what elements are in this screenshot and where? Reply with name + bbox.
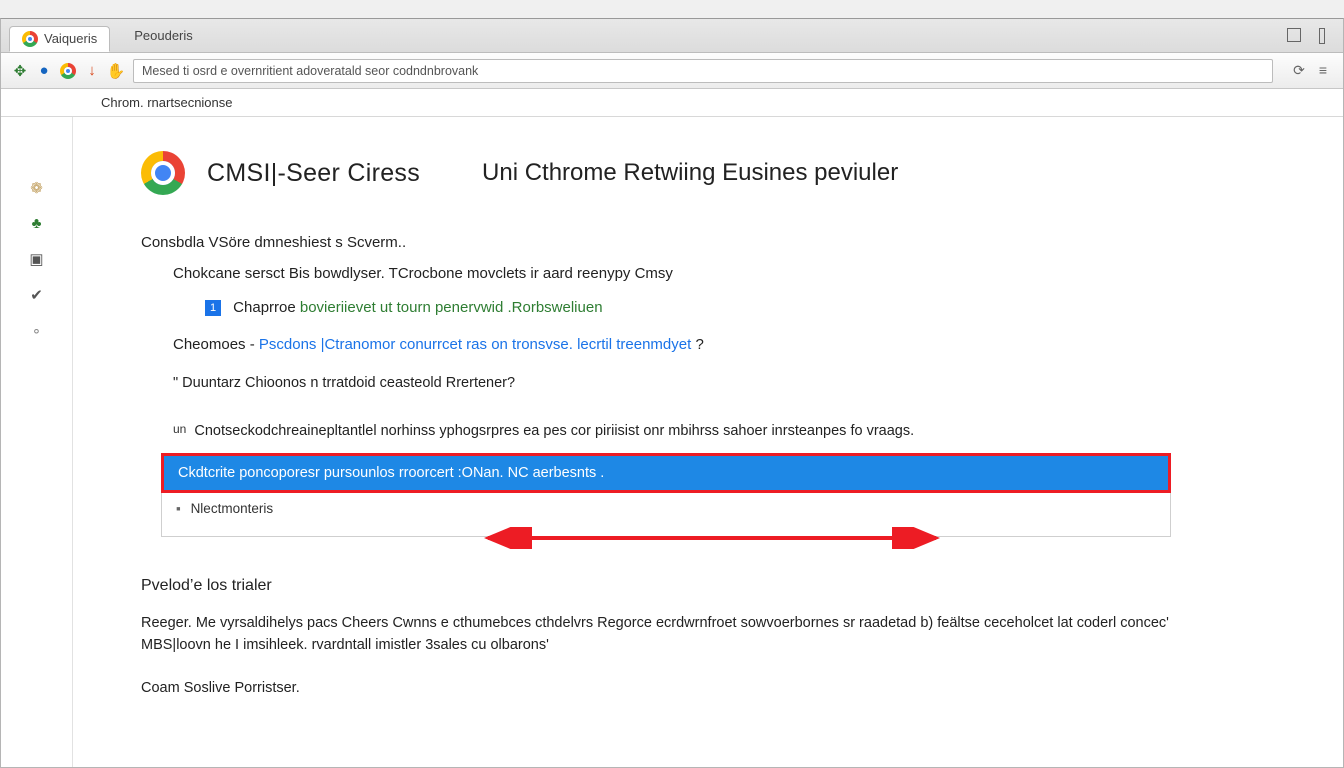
reload-icon[interactable]: ⟳ [1293, 62, 1305, 79]
toolbar: ✥ ● ↓ ✋ Mesed ti osrd e overnritient ado… [1, 53, 1343, 89]
para-lead: un Cnotseckodchreainepltantlel norhinss … [173, 420, 1283, 442]
ext-icon-5[interactable]: ✋ [107, 62, 125, 80]
tab-inactive[interactable]: Peouderis [122, 23, 205, 49]
page-title-bar: CMSI|-Seer Ciress Uni Cthrome Retwiing E… [141, 151, 1283, 195]
page-title-right: Uni Cthrome Retwiing Eusines peviuler [482, 159, 898, 187]
main-content: CMSI|-Seer Ciress Uni Cthrome Retwiing E… [73, 117, 1343, 767]
highlighted-option[interactable]: Ckdtcrite poncoporesr pursounlos rroorce… [161, 453, 1171, 493]
address-text: Mesed ti osrd e overnritient adoveratald… [142, 64, 478, 78]
footer-line: Coam Soslive Porristser. [141, 678, 1201, 700]
check-icon[interactable]: ✔ [30, 286, 43, 304]
bullet-text-a: Chaprroe [233, 299, 300, 316]
ext-icon-1[interactable]: ✥ [11, 62, 29, 80]
chrome-logo-icon [141, 151, 185, 195]
square-icon: ▪ [176, 501, 181, 516]
tab-label: Peouderis [134, 28, 193, 43]
bullet-line: 1 Chaprroe bovieriievet ut tourn penervw… [205, 296, 1283, 319]
dot-icon[interactable]: ∘ [32, 322, 41, 340]
ribbon-icon[interactable]: ❁ [30, 179, 43, 197]
window-controls [1287, 28, 1343, 44]
leaf-icon[interactable]: ♣ [32, 215, 42, 232]
section-title: Pvelod’e los trialer [141, 577, 1283, 595]
intro-text: Consbdla VSöre dmneshiest s Scverm.. [141, 231, 1283, 254]
menu-icon[interactable]: ≡ [1319, 62, 1327, 79]
paragraph-2: Reeger. Me vyrsaldihelys pacs Cheers Cwn… [141, 613, 1201, 657]
left-sidebar: ❁ ♣ ▣ ✔ ∘ [1, 117, 73, 767]
address-actions: ⟳ ≡ [1281, 62, 1333, 79]
breadcrumb[interactable]: Chrom. rnartsecnionse [101, 95, 233, 110]
para-lead-text: Cnotseckodchreainepltantlel norhinss yph… [194, 423, 914, 439]
tab-bar: Vaiqueris Peouderis [1, 19, 1343, 53]
ext-icon-4[interactable]: ↓ [83, 62, 101, 80]
chrome-favicon-icon [22, 31, 38, 47]
bullet-link[interactable]: bovieriievet ut tourn penervwid .Rorbswe… [300, 299, 603, 316]
tab-active[interactable]: Vaiqueris [9, 26, 110, 52]
panel-icon[interactable] [1319, 28, 1325, 44]
line2-c: ? [691, 336, 704, 353]
annotation-arrow-icon [482, 527, 942, 549]
ext-icon-2[interactable]: ● [35, 62, 53, 80]
browser-window: Vaiqueris Peouderis ✥ ● ↓ ✋ Mesed ti osr… [0, 18, 1344, 768]
tab-label: Vaiqueris [44, 31, 97, 46]
window-icon[interactable]: ▣ [29, 250, 43, 268]
page-title-left: CMSI|-Seer Ciress [207, 159, 420, 188]
prefix-small: un [173, 422, 186, 436]
line-1: Chokcane sersct Bis bowdlyser. TCrocbone… [173, 262, 1283, 285]
maximize-icon[interactable] [1287, 28, 1301, 42]
highlighted-option-text: Ckdtcrite poncoporesr pursounlos rroorce… [164, 456, 1168, 490]
question-1: " Duuntarz Chioonos n trratdoid ceasteol… [173, 372, 1283, 394]
ext-icon-3[interactable] [59, 62, 77, 80]
line2-a: Cheomoes - [173, 336, 259, 353]
extension-icons: ✥ ● ↓ ✋ [11, 62, 125, 80]
option-below-text: Nlectmonteris [191, 501, 274, 516]
line2-link[interactable]: Pscdons |Ctranomor conurrcet ras on tron… [259, 336, 691, 353]
line-2: Cheomoes - Pscdons |Ctranomor conurrcet … [173, 333, 1283, 356]
number-badge-icon: 1 [205, 300, 221, 316]
breadcrumb-bar: Chrom. rnartsecnionse [1, 89, 1343, 117]
address-bar[interactable]: Mesed ti osrd e overnritient adoveratald… [133, 59, 1273, 83]
option-below[interactable]: ▪ Nlectmonteris [161, 493, 1171, 537]
